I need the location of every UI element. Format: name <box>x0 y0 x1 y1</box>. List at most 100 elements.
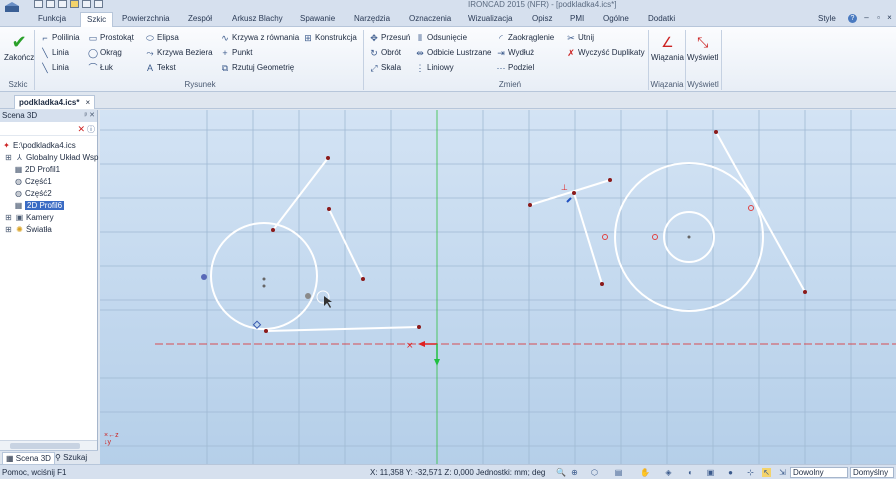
tree-item-profile6[interactable]: ▦ 2D Profil6 <box>14 200 65 211</box>
split-button[interactable]: ⋯ Podziel <box>496 62 535 73</box>
tab-pmi[interactable]: PMI <box>570 14 584 23</box>
zoom-window-icon[interactable]: ⊕ <box>570 468 579 477</box>
tree-item-root[interactable]: ✦ E:\podkladka4.ics <box>2 140 76 151</box>
ellipse-icon: ⬭ <box>146 32 154 43</box>
circle-button[interactable]: ◯ Okrąg <box>88 47 122 58</box>
sketch-line-2[interactable] <box>328 208 364 280</box>
search-icon: ⚲ <box>55 453 64 462</box>
selection-filter-select[interactable]: Dowolny <box>790 467 848 478</box>
tab-ogolne[interactable]: Ogólne <box>603 14 629 23</box>
zoom-icon[interactable]: 🔍 <box>556 468 566 477</box>
line2-button[interactable]: ╲ Linia <box>40 62 69 73</box>
constraints-button[interactable]: ∠ Wiązania <box>651 31 684 62</box>
text-button[interactable]: A Tekst <box>145 62 176 73</box>
tab-narzedzia[interactable]: Narzędzia <box>354 14 390 23</box>
offset-button[interactable]: ⫴ Odsunięcie <box>415 32 467 43</box>
scrollbar-thumb[interactable] <box>10 443 80 449</box>
display-button[interactable]: ⤡ Wyświetl <box>687 31 718 62</box>
filter-icon[interactable]: ⇲ <box>778 468 787 477</box>
rotate-button[interactable]: ↻ Obrót <box>369 47 401 58</box>
minimize-icon[interactable]: – <box>862 13 871 23</box>
light-icon[interactable]: ● <box>726 468 735 477</box>
sketch-geometry[interactable] <box>210 131 806 332</box>
sketch-line-5[interactable] <box>573 192 603 285</box>
tab-arkusz-blachy[interactable]: Arkusz Blachy <box>232 14 283 23</box>
remove-duplicates-button[interactable]: ✗ Wyczyść Duplikaty <box>566 47 644 58</box>
render-icon[interactable]: ◈ <box>664 468 673 477</box>
sketch-line-6[interactable] <box>715 131 806 293</box>
construction-button[interactable]: ⊞ Konstrukcja <box>303 32 357 43</box>
tab-search[interactable]: ⚲ Szukaj <box>52 452 90 463</box>
tab-zespol[interactable]: Zespół <box>188 14 212 23</box>
expand-icon[interactable]: ⊞ <box>4 153 13 162</box>
tab-powierzchnia[interactable]: Powierzchnia <box>122 14 170 23</box>
tab-opisz[interactable]: Opisz <box>532 14 552 23</box>
sketch-point-blue[interactable] <box>201 274 207 280</box>
tree-item-lights[interactable]: ⊞ ✺ Światła <box>4 224 52 235</box>
tree-item-part1[interactable]: ◍ Część1 <box>14 176 52 187</box>
new-file-icon[interactable] <box>34 0 43 8</box>
tab-szkic[interactable]: Szkic <box>80 12 114 27</box>
help-icon[interactable]: ? <box>848 14 857 23</box>
bezier-curve-button[interactable]: ⤳ Krzywa Beziera <box>145 47 212 58</box>
redo-icon[interactable] <box>94 0 103 8</box>
tree-item-profile1[interactable]: ▦ 2D Profil1 <box>14 164 60 175</box>
folder-icon[interactable] <box>70 0 79 8</box>
tab-funkcja[interactable]: Funkcja <box>38 14 66 23</box>
sketch-canvas[interactable]: × ⊥ <box>100 110 896 464</box>
tab-dodatki[interactable]: Dodatki <box>648 14 675 23</box>
polyline-button[interactable]: ⌐ Polilinia <box>40 32 79 43</box>
ellipse-button[interactable]: ⬭ Elipsa <box>145 32 179 43</box>
sketch-circle-left[interactable] <box>210 222 318 330</box>
tab-spawanie[interactable]: Spawanie <box>300 14 335 23</box>
part-icon: ◍ <box>15 189 22 198</box>
pin-close-icon[interactable]: ᵖ ✕ <box>85 111 95 119</box>
doc-tab-podkladka4[interactable]: podkladka4.ics* × <box>14 95 96 109</box>
restore-icon[interactable]: ▫ <box>874 13 883 23</box>
panel-horizontal-scrollbar[interactable] <box>0 440 97 450</box>
shading-icon[interactable]: ◐ <box>686 468 695 477</box>
tree-item-part2[interactable]: ◍ Część2 <box>14 188 52 199</box>
extend-button[interactable]: ⇥ Wydłuż <box>496 47 534 58</box>
pan-icon[interactable]: ✋ <box>640 468 650 477</box>
tab-oznaczenia[interactable]: Oznaczenia <box>409 14 451 23</box>
tree-options-icon[interactable]: ⓘ <box>87 124 95 135</box>
sketch-line-4[interactable] <box>529 179 611 206</box>
rectangle-button[interactable]: ▭ Prostokąt <box>88 32 134 43</box>
move-button[interactable]: ✥ Przesuń <box>369 32 410 43</box>
style-select[interactable]: Domyślny <box>850 467 894 478</box>
equation-curve-button[interactable]: ∿ Krzywa z równania <box>220 32 299 43</box>
tab-wizualizacja[interactable]: Wizualizacja <box>468 14 512 23</box>
arc-button[interactable]: ⌒ Łuk <box>88 62 112 73</box>
trim-button[interactable]: ✂ Utnij <box>566 32 594 43</box>
sketch-line-1[interactable] <box>272 157 329 231</box>
fillet-button[interactable]: ◜ Zaokrąglenie <box>496 32 554 43</box>
close-tab-icon[interactable]: × <box>85 98 90 107</box>
line-button[interactable]: ╲ Linia <box>40 47 69 58</box>
tree-item-global-axes[interactable]: ⊞ ⅄ Globalny Układ Wsp <box>4 152 98 163</box>
project-geometry-button[interactable]: ⧉ Rzutuj Geometrię <box>220 62 294 73</box>
display-mode-icon[interactable]: ▤ <box>614 468 623 477</box>
camera-icon[interactable]: ▣ <box>706 468 715 477</box>
point-button[interactable]: + Punkt <box>220 47 252 58</box>
select-arrow-icon[interactable]: ↖ <box>762 468 771 477</box>
mirror-button[interactable]: ⇹ Odbicie Lustrzane <box>415 47 491 58</box>
close-icon[interactable]: × <box>885 13 894 23</box>
save-icon[interactable] <box>58 0 67 8</box>
measure-icon[interactable]: ⊹ <box>746 468 755 477</box>
sketch-point-grey[interactable] <box>305 293 311 299</box>
expand-icon[interactable]: ⊞ <box>4 225 13 234</box>
sketch-viewport[interactable]: × ⊥ <box>100 110 896 464</box>
undo-icon[interactable] <box>82 0 91 8</box>
finish-sketch-button[interactable]: ✔ Zakończ <box>4 31 34 62</box>
delete-icon[interactable]: ✕ <box>77 124 85 135</box>
document-tabs: podkladka4.ics* × <box>0 93 896 109</box>
expand-icon[interactable]: ⊞ <box>4 213 13 222</box>
scale-button[interactable]: ⤢ Skala <box>369 62 401 73</box>
view-orient-icon[interactable]: ⬡ <box>590 468 599 477</box>
linear-pattern-button[interactable]: ⋮ Liniowy <box>415 62 454 73</box>
tree-item-cameras[interactable]: ⊞ ▣ Kamery <box>4 212 53 223</box>
open-file-icon[interactable] <box>46 0 55 8</box>
sketch-line-3[interactable] <box>265 326 420 332</box>
style-menu[interactable]: Style <box>818 14 836 23</box>
